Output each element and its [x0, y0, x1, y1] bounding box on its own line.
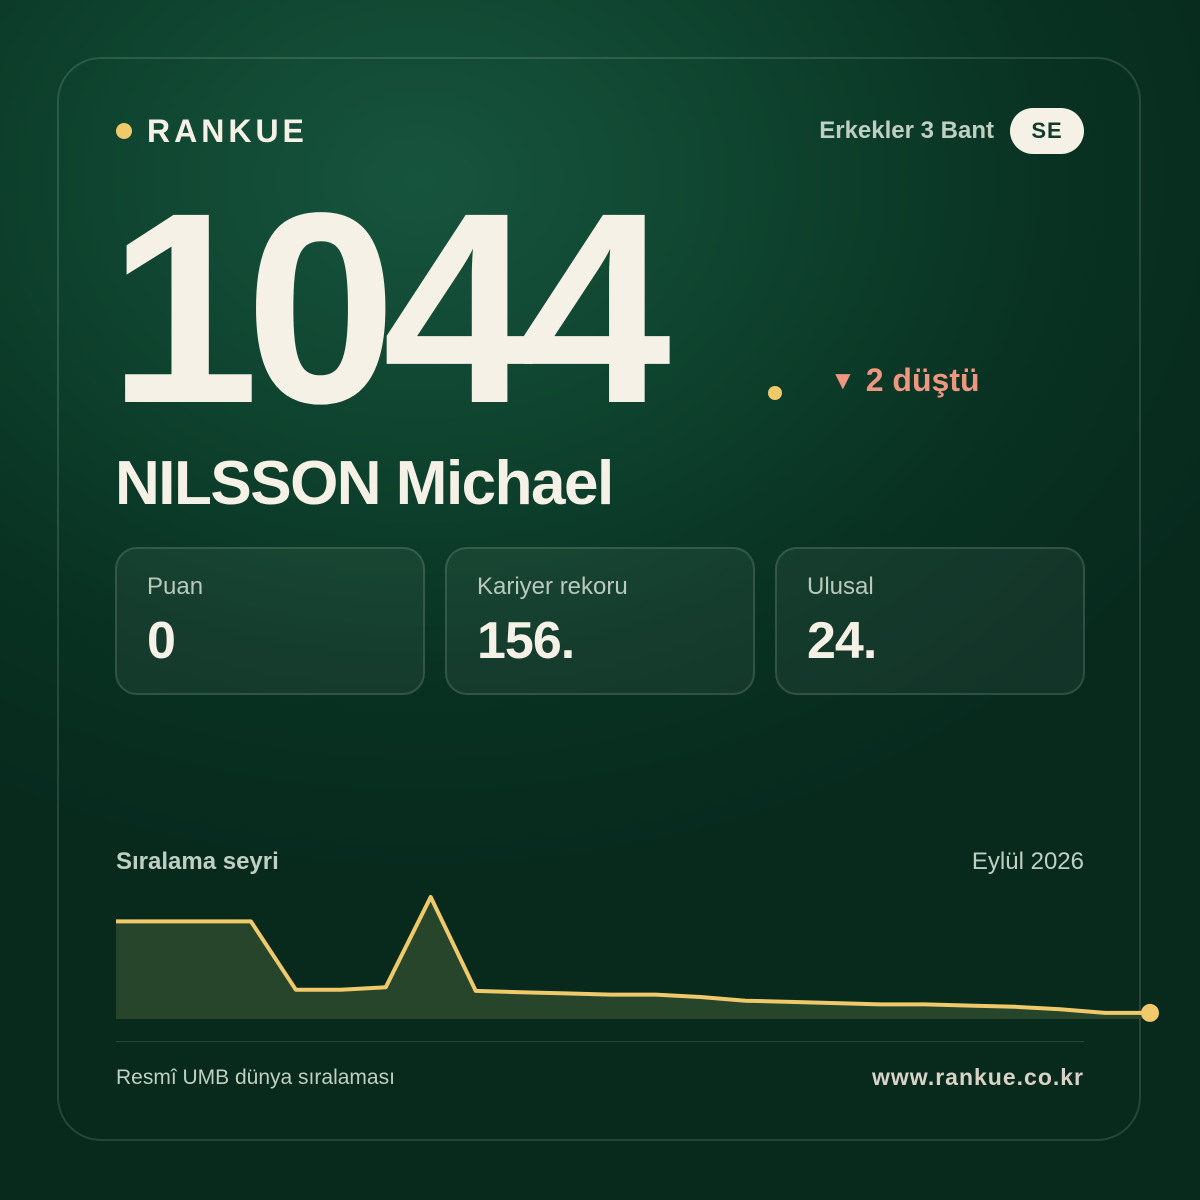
footer-source: Resmî UMB dünya sıralaması [116, 1066, 395, 1089]
trend-current-point [1141, 1003, 1159, 1022]
footer-url: www.rankue.co.kr [872, 1064, 1084, 1090]
rank-trend-chart [116, 895, 1159, 1022]
trend-area [116, 897, 1150, 1019]
footer-divider [116, 1041, 1084, 1042]
